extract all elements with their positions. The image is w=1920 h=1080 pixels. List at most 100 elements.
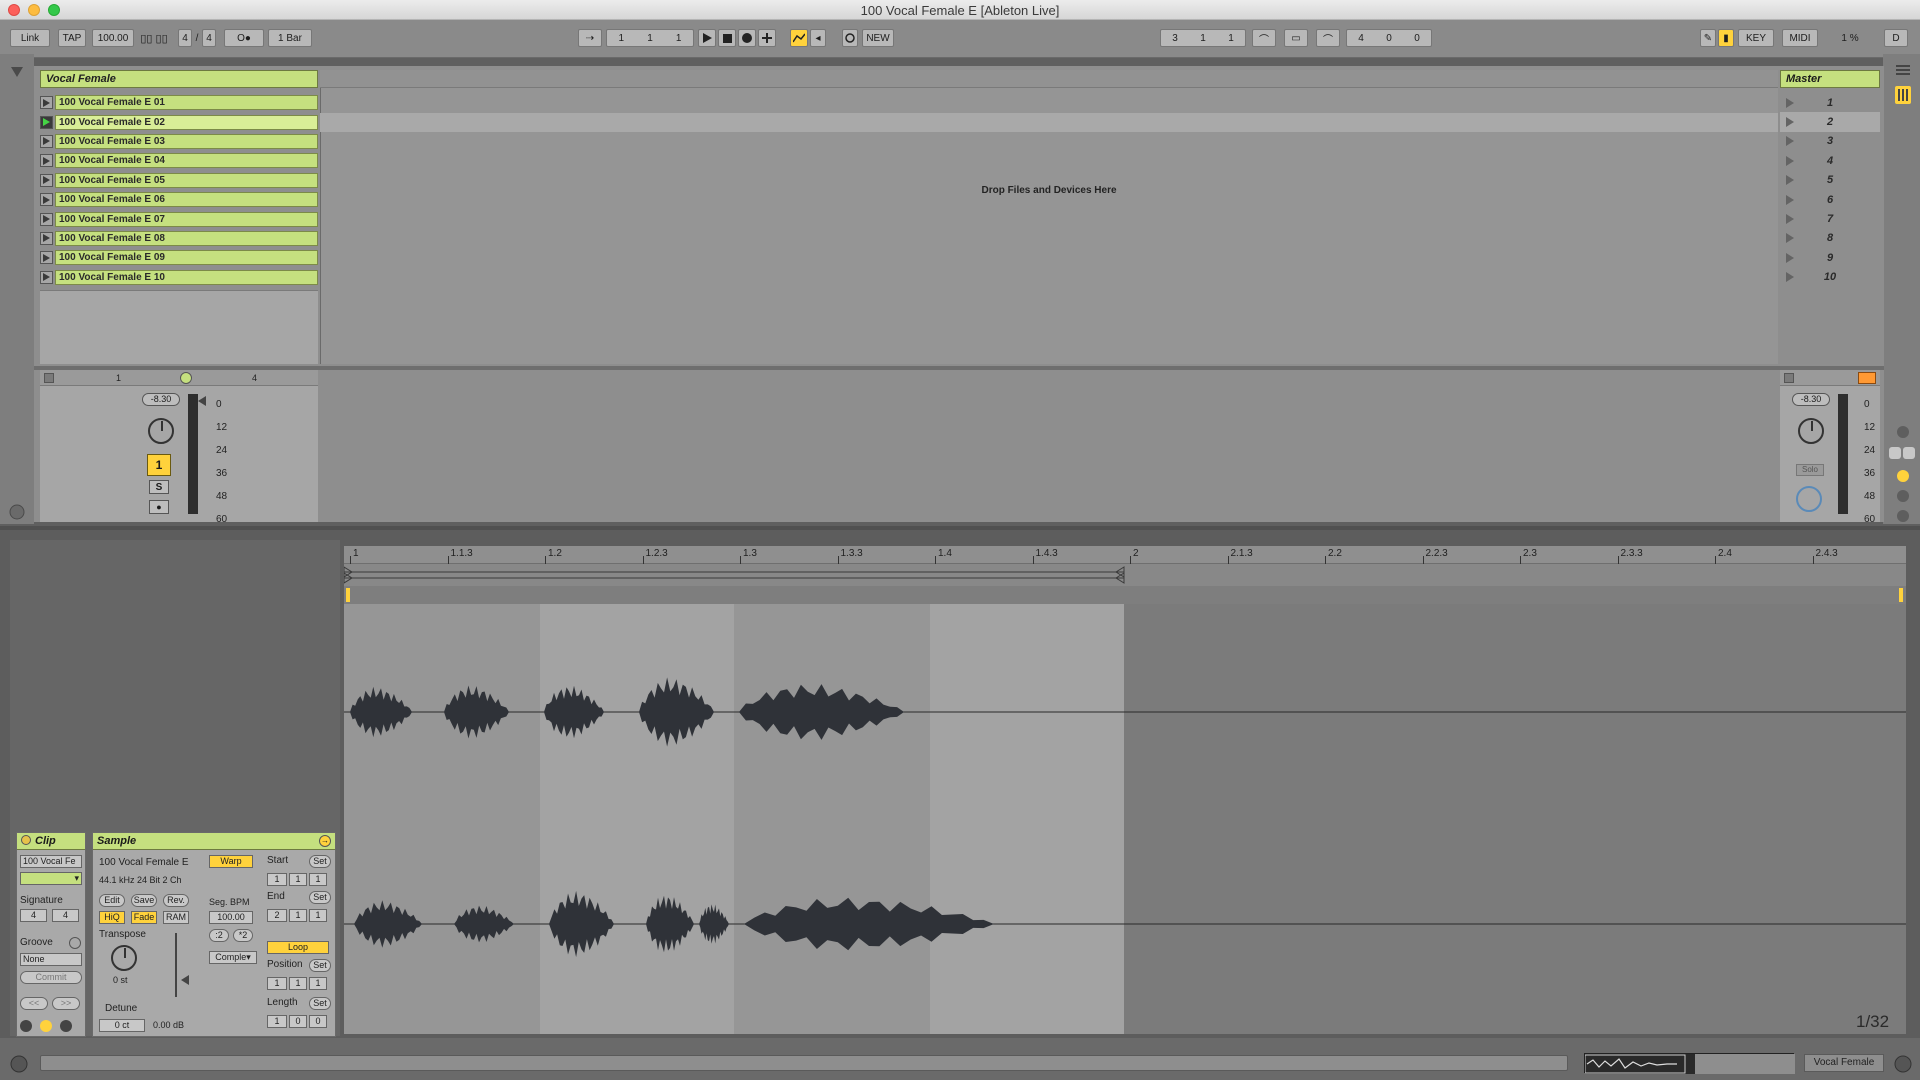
clip-name[interactable]: 100 Vocal Female E 07: [55, 211, 318, 227]
clip-launch-button[interactable]: [40, 173, 53, 187]
gain-slider-handle[interactable]: [181, 975, 189, 985]
song-position[interactable]: 1 1 1: [606, 29, 694, 47]
next-clip-button[interactable]: >>: [52, 997, 80, 1010]
seg-bpm-field[interactable]: 100.00: [209, 911, 253, 924]
length-set-button[interactable]: Set: [309, 997, 331, 1010]
end-sixteenth-field[interactable]: 1: [309, 909, 327, 922]
start-end-marker-strip[interactable]: [344, 586, 1906, 604]
tap-tempo-button[interactable]: TAP: [58, 29, 86, 47]
back-to-arrangement-button[interactable]: ◂: [810, 29, 826, 47]
scene-launch-slot[interactable]: 4: [1780, 151, 1880, 170]
clip-name[interactable]: 100 Vocal Female E 10: [55, 269, 318, 285]
clip-launch-button[interactable]: [40, 115, 53, 129]
info-view-toggle-icon[interactable]: [10, 1055, 28, 1073]
scene-launch-slot[interactable]: 3: [1780, 132, 1880, 151]
cue-volume-knob[interactable]: [1796, 486, 1822, 512]
status-track-name[interactable]: Vocal Female: [1804, 1054, 1884, 1072]
start-marker[interactable]: [346, 588, 350, 602]
stop-all-clips-button[interactable]: [1784, 373, 1794, 383]
groove-pool-icon[interactable]: [69, 937, 81, 949]
start-beat-field[interactable]: 1: [289, 873, 307, 886]
clip-launch-button[interactable]: [40, 193, 53, 207]
sample-display[interactable]: [344, 604, 1906, 1034]
position-bar-field[interactable]: 1: [267, 977, 287, 990]
master-solo-button[interactable]: Solo: [1796, 464, 1824, 476]
io-toggle-icon[interactable]: [1895, 424, 1911, 440]
position-set-button[interactable]: Set: [309, 959, 331, 972]
clip-slot[interactable]: 100 Vocal Female E 08: [40, 229, 318, 248]
commit-groove-button[interactable]: Commit: [20, 971, 82, 984]
session-record-button[interactable]: [842, 29, 858, 47]
clip-signature-denominator[interactable]: 4: [52, 909, 79, 922]
overview-thumbnail[interactable]: [1584, 1053, 1795, 1074]
clip-launch-button[interactable]: [40, 270, 53, 284]
scene-launch-slot[interactable]: 5: [1780, 171, 1880, 190]
length-sixteenth-field[interactable]: 0: [309, 1015, 327, 1028]
position-beat-field[interactable]: 1: [289, 977, 307, 990]
scene-play-icon[interactable]: [1786, 233, 1794, 244]
warp-mode-chooser[interactable]: Comple▾: [209, 951, 257, 964]
return-toggle-icon[interactable]: [1895, 468, 1911, 484]
clip-slot[interactable]: 100 Vocal Female E 10: [40, 268, 318, 287]
stop-button[interactable]: [718, 29, 736, 47]
master-pan-knob[interactable]: [1798, 418, 1824, 444]
save-sample-button[interactable]: Save: [131, 894, 157, 907]
metronome-button[interactable]: O●: [224, 29, 264, 47]
loop-switch[interactable]: ▭: [1284, 29, 1308, 47]
halve-tempo-button[interactable]: :2: [209, 929, 229, 942]
clip-activator-icon[interactable]: [21, 835, 31, 845]
scene-play-icon[interactable]: [1786, 136, 1794, 147]
fade-button[interactable]: Fade: [131, 911, 157, 924]
clip-launch-button[interactable]: [40, 154, 53, 168]
clip-slot[interactable]: 100 Vocal Female E 09: [40, 248, 318, 267]
clip-launch-button[interactable]: [40, 134, 53, 148]
end-marker[interactable]: [1899, 588, 1903, 602]
scene-launch-slot[interactable]: 7: [1780, 209, 1880, 228]
sample-edit-icon[interactable]: →: [319, 835, 331, 847]
length-beat-field[interactable]: 0: [289, 1015, 307, 1028]
clip-launch-button[interactable]: [40, 251, 53, 265]
clip-name[interactable]: 100 Vocal Female E 09: [55, 250, 318, 266]
scene-play-icon[interactable]: [1786, 155, 1794, 166]
end-set-button[interactable]: Set: [309, 891, 331, 904]
draw-mode-button[interactable]: ✎: [1700, 29, 1716, 47]
reverse-sample-button[interactable]: Rev.: [163, 894, 189, 907]
clip-launch-button[interactable]: [40, 212, 53, 226]
clip-launch-button[interactable]: [40, 96, 53, 110]
sample-view-toggle-icon[interactable]: [40, 1020, 52, 1032]
envelope-view-toggle-icon[interactable]: [60, 1020, 72, 1032]
edit-sample-button[interactable]: Edit: [99, 894, 125, 907]
track-volume-field[interactable]: -8.30: [142, 393, 180, 406]
signature-numerator[interactable]: 4: [178, 29, 192, 47]
clip-slot[interactable]: 100 Vocal Female E 06: [40, 190, 318, 209]
new-button[interactable]: NEW: [862, 29, 894, 47]
mixer-toggle-icon[interactable]: [1895, 488, 1911, 504]
track-activator-button[interactable]: 1: [147, 454, 171, 476]
scene-launch-slot[interactable]: 9: [1780, 248, 1880, 267]
empty-clip-area[interactable]: [40, 290, 318, 364]
sends-toggle-icon[interactable]: [1889, 446, 1915, 462]
record-button[interactable]: [738, 29, 756, 47]
track-pan-knob[interactable]: [148, 418, 174, 444]
clip-name[interactable]: 100 Vocal Female E 03: [55, 133, 318, 149]
hiq-button[interactable]: HiQ: [99, 911, 125, 924]
loop-length-field[interactable]: 4 0 0: [1346, 29, 1432, 47]
scene-play-icon[interactable]: [1786, 214, 1794, 225]
clip-view-toggle-icon[interactable]: [20, 1020, 32, 1032]
clip-slot[interactable]: 100 Vocal Female E 02: [40, 112, 318, 131]
arrangement-view-icon[interactable]: [1895, 62, 1911, 78]
warp-button[interactable]: Warp: [209, 855, 253, 868]
punch-out-button[interactable]: ⌒: [1316, 29, 1340, 47]
double-tempo-button[interactable]: *2: [233, 929, 253, 942]
master-track-title[interactable]: Master: [1780, 70, 1880, 88]
clip-name[interactable]: 100 Vocal Female E 05: [55, 172, 318, 188]
clip-name-field[interactable]: 100 Vocal Fe: [20, 855, 82, 868]
clip-launch-button[interactable]: [40, 231, 53, 245]
loop-start-field[interactable]: 3 1 1: [1160, 29, 1246, 47]
automation-arm-button[interactable]: [790, 29, 808, 47]
stop-clip-button[interactable]: [44, 373, 54, 383]
scene-launch-slot[interactable]: 8: [1780, 229, 1880, 248]
scene-launch-slot[interactable]: 10: [1780, 268, 1880, 287]
clip-name[interactable]: 100 Vocal Female E 06: [55, 192, 318, 208]
key-map-button[interactable]: KEY: [1738, 29, 1774, 47]
